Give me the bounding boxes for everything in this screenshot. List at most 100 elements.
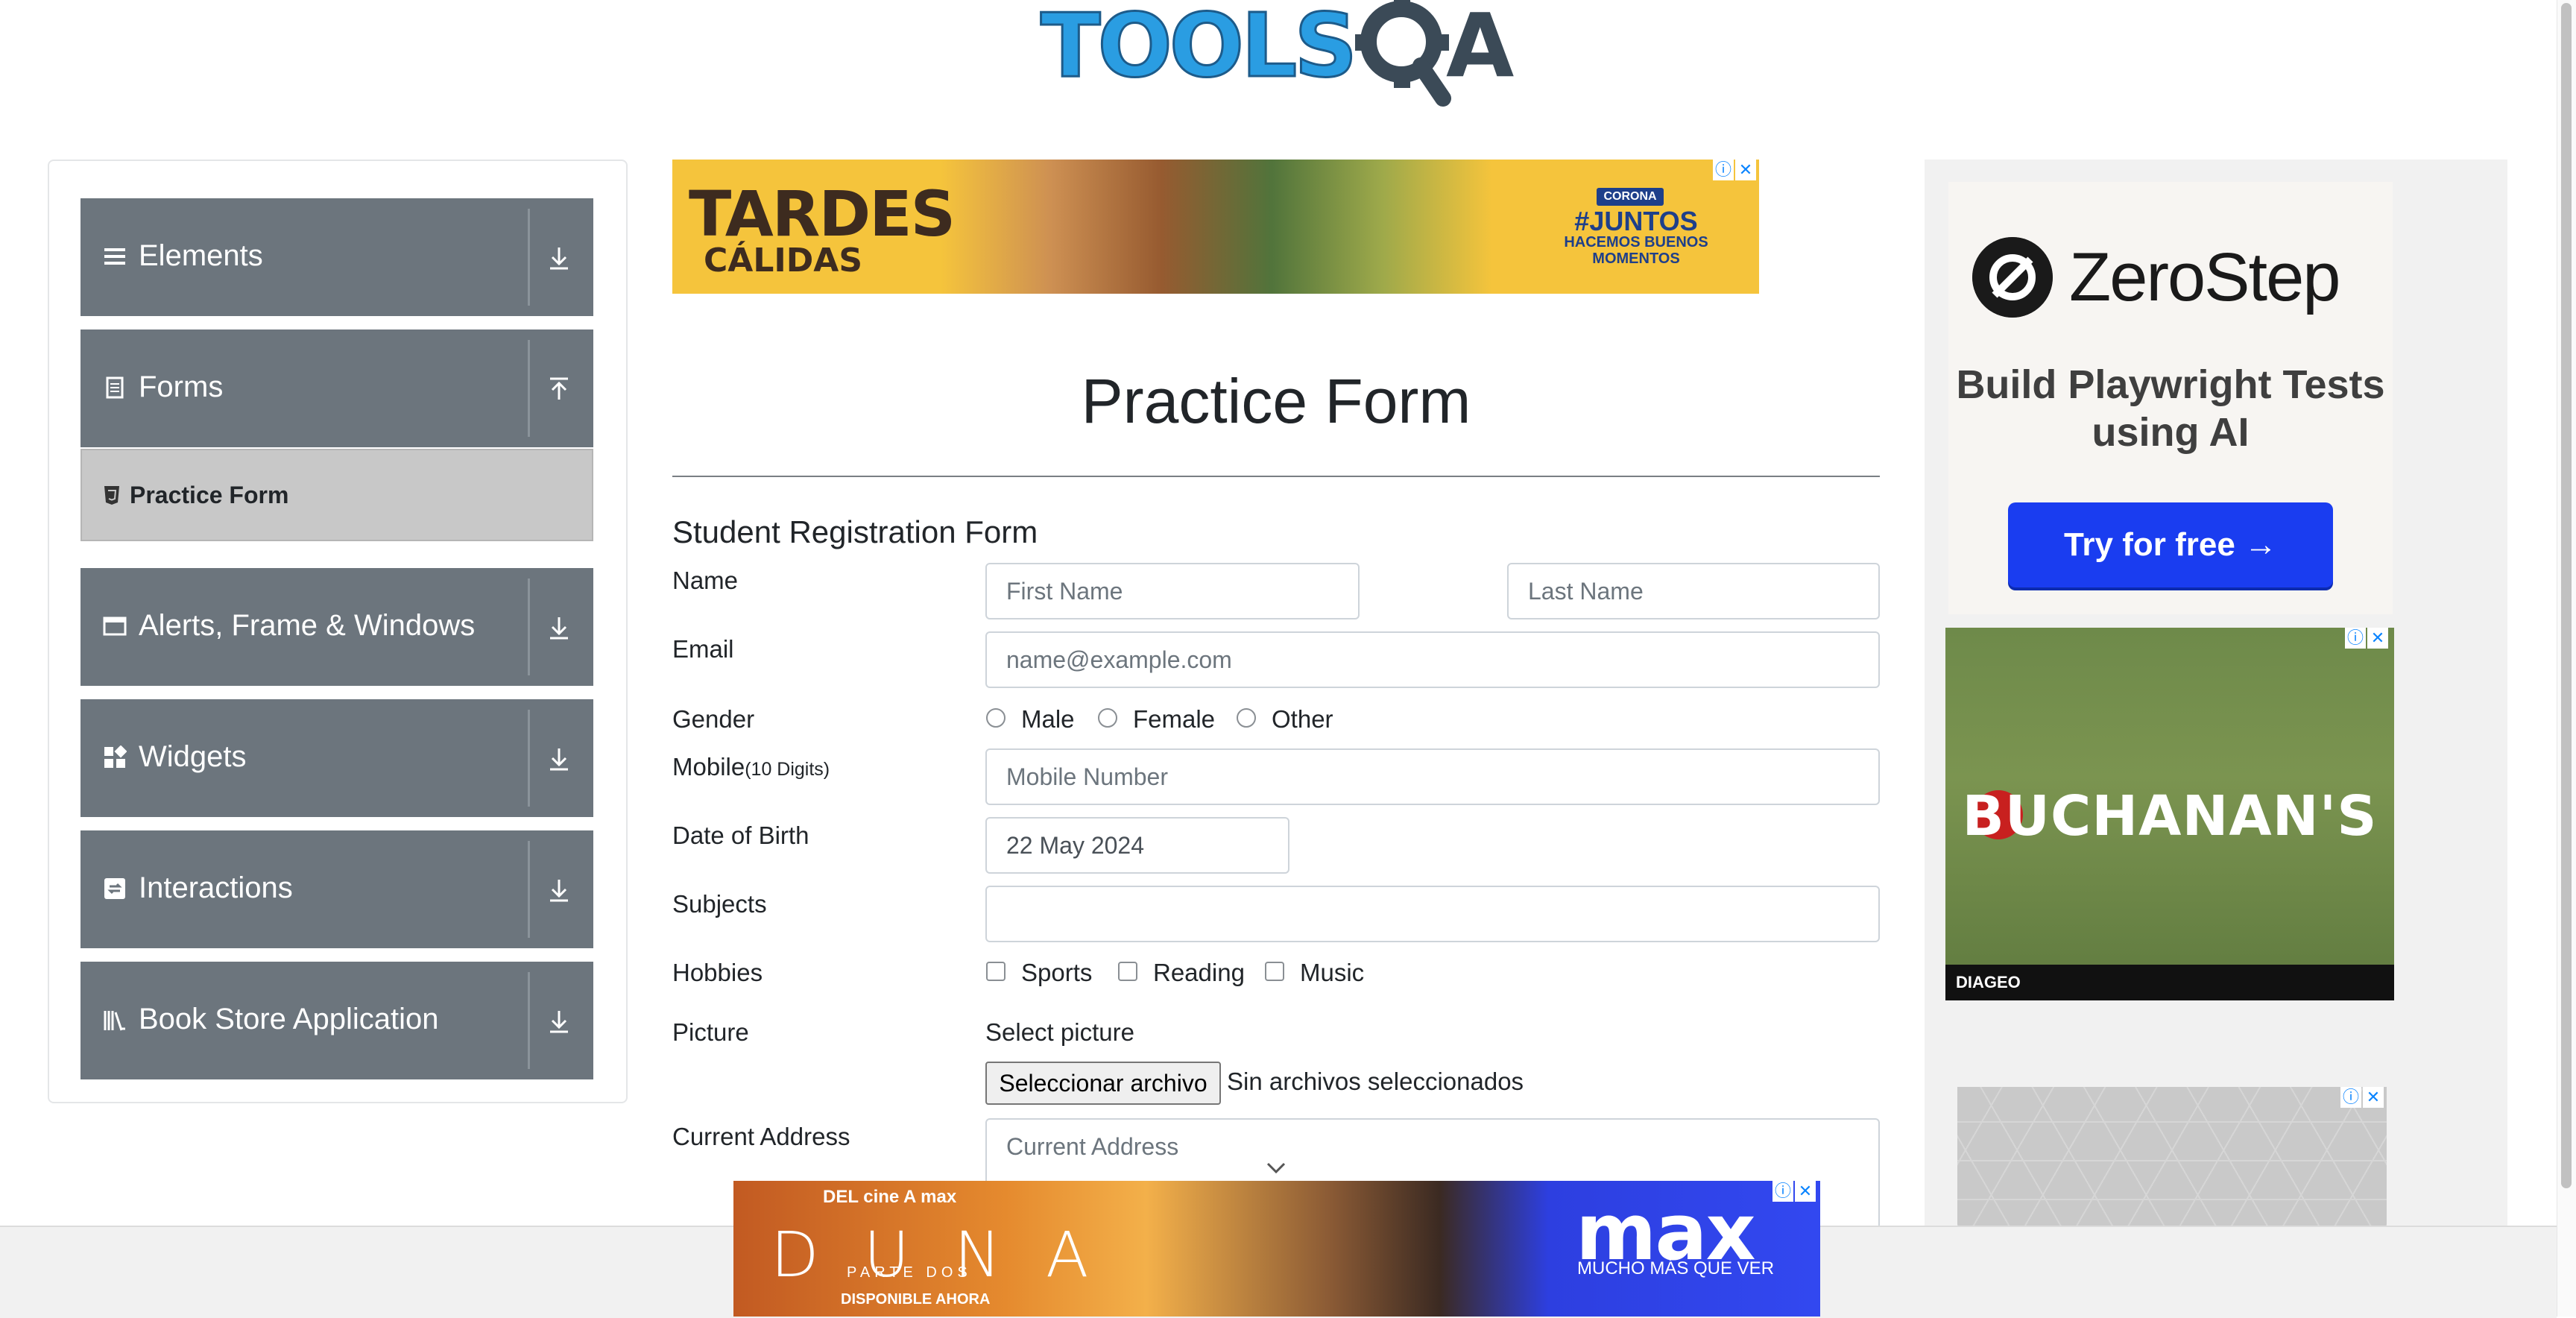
- email-input[interactable]: name@example.com: [985, 631, 1880, 688]
- ad-brand-tagline: MUCHO MÁS QUE VER: [1577, 1258, 1775, 1278]
- chevron-down-icon: [1266, 1162, 1286, 1174]
- sidebar-group-elements[interactable]: Elements: [80, 198, 593, 316]
- gear-magnifier-icon: [1355, 0, 1451, 107]
- gender-other-radio[interactable]: [1237, 708, 1256, 728]
- sidebar-group-label: Interactions: [139, 871, 293, 904]
- buchanans-ad[interactable]: BUCHANAN'S DIAGEO ⓘ ✕: [1945, 628, 2394, 1000]
- download-arrow-icon[interactable]: [543, 611, 575, 644]
- ad-subheadline: CÁLIDAS: [704, 242, 863, 280]
- ad-info-icon[interactable]: ⓘ: [2340, 1087, 2361, 1108]
- zerostep-logo-icon: [1972, 237, 2053, 318]
- name-label: Name: [672, 567, 739, 594]
- hobby-option-label[interactable]: Reading: [1153, 959, 1245, 987]
- ad-subtitle: PARTE DOS: [847, 1264, 972, 1281]
- ad-brand: BUCHANAN'S: [1962, 784, 2378, 848]
- ad-hashtag: #JUNTOS HACEMOS BUENOS MOMENTOS: [1564, 206, 1708, 268]
- email-label: Email: [672, 635, 734, 663]
- ad-subtitle: Build Playwright Tests using AI: [1956, 362, 2385, 455]
- hobby-option-label[interactable]: Music: [1300, 959, 1364, 987]
- mobile-label: Mobile(10 Digits): [672, 753, 830, 781]
- books-icon: [104, 1011, 125, 1031]
- current-address-label: Current Address: [672, 1123, 850, 1150]
- banner-ad-top[interactable]: TARDES CÁLIDAS CORONA #JUNTOS HACEMOS BUE…: [672, 160, 1759, 294]
- hamburger-icon: [104, 248, 125, 265]
- toolsqa-logo[interactable]: TOOLS A: [1036, 0, 1521, 112]
- document-icon: [106, 376, 124, 399]
- sidebar-group-alerts[interactable]: Alerts, Frame & Windows: [80, 568, 593, 686]
- gender-male-radio[interactable]: [986, 708, 1006, 728]
- hobby-reading-checkbox[interactable]: [1118, 962, 1137, 981]
- divider: [528, 841, 530, 938]
- gender-option-label[interactable]: Male: [1021, 705, 1075, 734]
- ad-controls: ⓘ ✕: [1772, 1181, 1816, 1203]
- page-title: Practice Form: [1081, 366, 1471, 436]
- sidebar-group-label: Book Store Application: [139, 1003, 439, 1035]
- subjects-label: Subjects: [672, 890, 767, 918]
- download-arrow-icon[interactable]: [543, 242, 575, 274]
- html5-icon: [104, 486, 119, 505]
- dob-input[interactable]: 22 May 2024: [985, 817, 1289, 874]
- gender-female-radio[interactable]: [1098, 708, 1117, 728]
- sidebar-group-interactions[interactable]: Interactions: [80, 830, 593, 948]
- ad-footer: DIAGEO: [1945, 965, 2394, 1000]
- select-picture-label: Select picture: [985, 1018, 1134, 1046]
- ad-photo: [941, 160, 1492, 294]
- divider: [528, 578, 530, 675]
- picture-label: Picture: [672, 1018, 749, 1046]
- gender-option-label[interactable]: Female: [1133, 705, 1215, 734]
- choose-file-button[interactable]: Seleccionar archivo: [985, 1062, 1221, 1105]
- download-arrow-icon[interactable]: [543, 1005, 575, 1038]
- sidebar-group-label: Elements: [139, 239, 263, 272]
- title-divider: [672, 476, 1880, 477]
- zerostep-ad[interactable]: ZeroStep Build Playwright Tests using AI…: [1948, 182, 2393, 614]
- hobby-option-label[interactable]: Sports: [1021, 959, 1092, 987]
- ad-close-icon[interactable]: ✕: [2367, 628, 2388, 649]
- hobby-music-checkbox[interactable]: [1265, 962, 1284, 981]
- last-name-input[interactable]: Last Name: [1507, 563, 1880, 619]
- ad-availability: DISPONIBLE AHORA: [841, 1291, 991, 1308]
- logo-text: TOOLS: [1039, 0, 1358, 98]
- gender-option-label[interactable]: Other: [1272, 705, 1333, 734]
- ad-tagline: DEL cine A max: [823, 1187, 957, 1207]
- subjects-input[interactable]: [985, 886, 1880, 942]
- banner-ad-bottom[interactable]: DEL cine A max DUNA PARTE DOS DISPONIBLE…: [733, 1181, 1820, 1317]
- mobile-input[interactable]: Mobile Number: [985, 748, 1880, 805]
- sidebar-group-forms[interactable]: Forms: [80, 330, 593, 447]
- sidebar-group-widgets[interactable]: Widgets: [80, 699, 593, 817]
- ad-close-icon[interactable]: ✕: [1735, 160, 1756, 180]
- interactions-icon: [104, 878, 125, 899]
- widgets-icon: [104, 745, 127, 768]
- first-name-input[interactable]: First Name: [985, 563, 1360, 619]
- sidebar-group-label: Forms: [139, 371, 224, 403]
- hobby-sports-checkbox[interactable]: [986, 962, 1006, 981]
- divider: [528, 209, 530, 306]
- sidebar-group-label: Widgets: [139, 740, 247, 773]
- ad-controls: ⓘ ✕: [2340, 1087, 2384, 1109]
- dob-label: Date of Birth: [672, 822, 809, 849]
- download-arrow-icon[interactable]: [543, 742, 575, 775]
- sidebar-item-practice-form[interactable]: Practice Form: [80, 449, 593, 541]
- ad-info-icon[interactable]: ⓘ: [1713, 160, 1734, 180]
- gender-label: Gender: [672, 705, 755, 733]
- try-for-free-button[interactable]: Try for free →: [2008, 502, 2333, 587]
- ad-controls: ⓘ ✕: [2345, 628, 2388, 650]
- sidebar-group-book-store[interactable]: Book Store Application: [80, 962, 593, 1079]
- ad-close-icon[interactable]: ✕: [1795, 1181, 1816, 1202]
- ad-info-icon[interactable]: ⓘ: [2345, 628, 2366, 649]
- scrollbar-thumb[interactable]: [2561, 3, 2572, 1188]
- form-heading: Student Registration Form: [672, 514, 1038, 549]
- divider: [528, 710, 530, 807]
- window-icon: [103, 617, 127, 636]
- logo-letter-a: A: [1446, 0, 1515, 97]
- download-arrow-icon[interactable]: [543, 874, 575, 906]
- sidebar-group-label: Alerts, Frame & Windows: [139, 609, 476, 642]
- ad-headline: TARDES: [689, 177, 956, 250]
- divider: [528, 340, 530, 437]
- ad-close-icon[interactable]: ✕: [2363, 1087, 2384, 1108]
- hobbies-label: Hobbies: [672, 959, 763, 986]
- divider: [528, 972, 530, 1069]
- ad-info-icon[interactable]: ⓘ: [1772, 1181, 1793, 1202]
- sidebar: Elements Forms Practice Form Alerts, Fra…: [48, 160, 628, 1103]
- ad-controls: ⓘ ✕: [1713, 160, 1756, 182]
- upload-arrow-icon[interactable]: [543, 373, 575, 406]
